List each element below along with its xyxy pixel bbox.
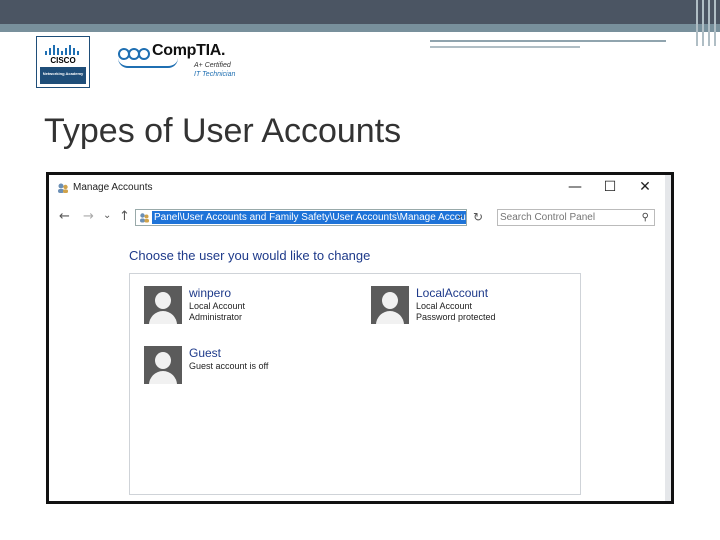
- minimize-button[interactable]: —: [557, 177, 593, 197]
- choose-user-heading: Choose the user you would like to change: [129, 248, 371, 263]
- account-status: Administrator: [189, 312, 243, 322]
- cisco-academy-logo: CISCO Networking Academy: [36, 36, 90, 88]
- forward-arrow-icon[interactable]: →: [83, 209, 94, 224]
- window-title: Manage Accounts: [73, 182, 153, 193]
- address-users-icon: [140, 213, 149, 223]
- close-button[interactable]: ✕: [627, 177, 663, 197]
- search-input[interactable]: [500, 211, 628, 224]
- address-bar[interactable]: Panel\User Accounts and Family Safety\Us…: [135, 209, 467, 226]
- maximize-button[interactable]: ☐: [592, 177, 628, 197]
- user-avatar-icon: [144, 286, 182, 324]
- back-arrow-icon[interactable]: ←: [59, 209, 70, 224]
- account-type: Local Account: [416, 301, 473, 311]
- slide-accent-line: [430, 40, 666, 42]
- refresh-icon[interactable]: ↻: [473, 210, 483, 224]
- account-tile-localaccount[interactable]: LocalAccount Local Account Password prot…: [371, 286, 571, 332]
- cisco-wordmark: CISCO: [50, 56, 76, 65]
- window-right-edge: [665, 175, 671, 501]
- account-name: LocalAccount: [416, 286, 489, 300]
- accounts-panel: winpero Local Account Administrator Loca…: [129, 273, 581, 495]
- user-avatar-icon: [144, 346, 182, 384]
- account-type: Local Account: [189, 301, 246, 311]
- up-arrow-icon[interactable]: ↑: [119, 209, 130, 224]
- slide-top-band: [0, 0, 720, 24]
- cisco-bars-icon: [43, 43, 83, 55]
- account-status: Guest account is off: [189, 361, 269, 371]
- user-avatar-icon: [371, 286, 409, 324]
- recent-locations-chevron-icon[interactable]: ⌄: [103, 210, 111, 221]
- account-tile-winpero[interactable]: winpero Local Account Administrator: [144, 286, 344, 332]
- window-titlebar[interactable]: Manage Accounts — ☐ ✕: [49, 175, 671, 201]
- address-path-text[interactable]: Panel\User Accounts and Family Safety\Us…: [152, 211, 466, 224]
- comptia-swoosh-icon: [118, 58, 178, 68]
- account-tile-guest[interactable]: Guest Guest account is off: [144, 346, 344, 392]
- search-box[interactable]: ⚲: [497, 209, 655, 226]
- slide-corner-stripes: [694, 0, 720, 46]
- comptia-cert-text: A+ Certified IT Technician: [194, 62, 236, 78]
- comptia-logo: CompTIA. A+ Certified IT Technician: [118, 42, 238, 82]
- control-panel-users-icon: [58, 183, 68, 193]
- account-status: Password protected: [416, 312, 496, 322]
- cisco-academy-band: Networking Academy: [40, 67, 86, 84]
- navigation-bar: ← → ⌄ ↑ Panel\User Accounts and Family S…: [49, 203, 671, 233]
- account-name: winpero: [189, 286, 232, 300]
- slide-accent-line-2: [430, 46, 580, 48]
- slide-title: Types of User Accounts: [44, 112, 402, 150]
- manage-accounts-window: Manage Accounts — ☐ ✕ ← → ⌄ ↑ Panel\User…: [46, 172, 674, 504]
- account-name: Guest: [189, 346, 222, 360]
- slide-top-band-secondary: [0, 24, 720, 32]
- search-icon[interactable]: ⚲: [642, 212, 649, 223]
- address-dropdown-icon[interactable]: ⌄: [456, 210, 464, 221]
